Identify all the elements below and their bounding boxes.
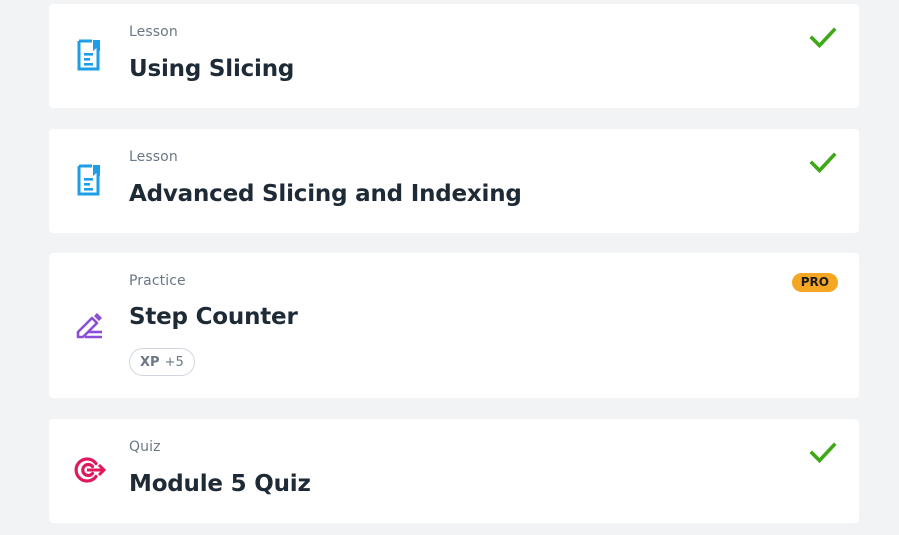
lesson-card-using-slicing[interactable]: Lesson Using Slicing [49, 4, 859, 108]
item-kind-label: Lesson [129, 149, 178, 165]
item-title: Step Counter [129, 304, 298, 330]
item-title: Module 5 Quiz [129, 471, 311, 497]
practice-card-step-counter[interactable]: Practice Step Counter PRO XP +5 [49, 253, 859, 398]
checkmark-icon [809, 441, 837, 465]
checkmark-icon [809, 26, 837, 50]
practice-pencil-icon [73, 308, 107, 342]
xp-reward-pill: XP +5 [129, 348, 195, 376]
item-kind-label: Lesson [129, 24, 178, 40]
item-title: Using Slicing [129, 56, 295, 82]
item-title: Advanced Slicing and Indexing [129, 181, 522, 207]
pro-badge: PRO [791, 273, 838, 292]
checkmark-icon [809, 151, 837, 175]
quiz-card-module-5[interactable]: Quiz Module 5 Quiz [49, 419, 859, 523]
lesson-document-icon [73, 163, 107, 197]
item-kind-label: Quiz [129, 439, 161, 455]
xp-value: +5 [164, 354, 184, 370]
lesson-card-advanced-slicing[interactable]: Lesson Advanced Slicing and Indexing [49, 129, 859, 233]
xp-label: XP [140, 354, 160, 370]
lesson-document-icon [73, 38, 107, 72]
item-kind-label: Practice [129, 273, 186, 289]
quiz-target-icon [73, 453, 107, 487]
